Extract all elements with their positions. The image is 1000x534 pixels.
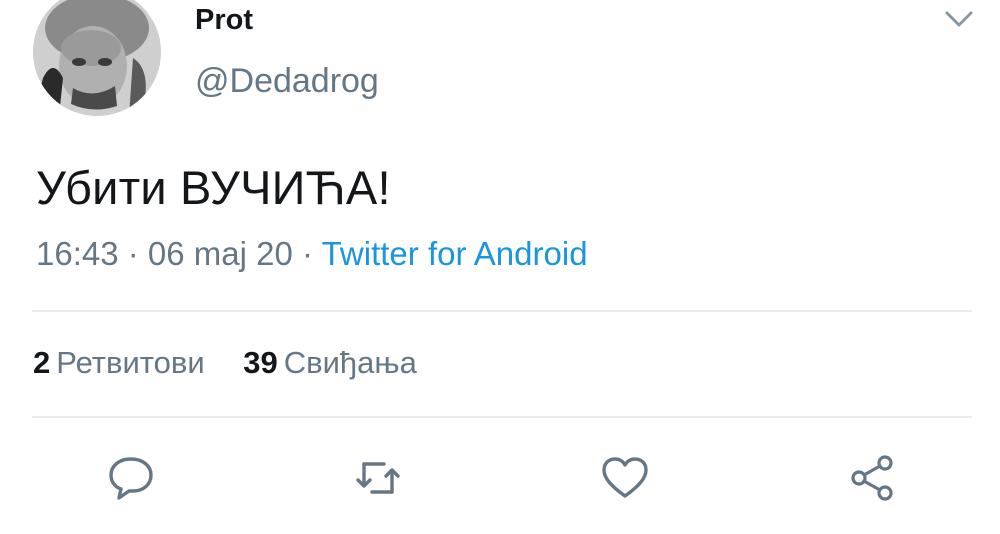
retweet-icon (356, 462, 400, 494)
tweet-stats: 2 Ретвитови 39 Свиђања (33, 345, 447, 381)
tweet-text: Убити ВУЧИЋА! (36, 161, 391, 214)
likes-stat[interactable]: 39 Свиђања (243, 345, 417, 380)
tweet-date[interactable]: 06 maj 20 (148, 235, 293, 272)
tweet-metadata: 16:43 · 06 maj 20 · Twitter for Android (36, 235, 588, 273)
meta-separator: · (292, 235, 322, 272)
tweet-time[interactable]: 16:43 (36, 235, 119, 272)
retweet-button[interactable] (350, 450, 406, 506)
avatar[interactable] (33, 0, 161, 116)
avatar-photo (33, 0, 161, 116)
retweets-count: 2 (33, 345, 51, 380)
retweets-stat[interactable]: 2 Ретвитови (33, 345, 205, 380)
retweets-label: Ретвитови (56, 345, 205, 380)
comment-icon (109, 457, 153, 500)
divider (32, 310, 972, 312)
display-name[interactable]: Prot (195, 4, 253, 37)
tweet-source-link[interactable]: Twitter for Android (322, 235, 588, 272)
tweet-card: Prot @Dedadrog Убити ВУЧИЋА! 16:43 · 06 … (0, 0, 1000, 534)
chevron-down-icon[interactable] (942, 6, 976, 32)
likes-label: Свиђања (283, 345, 417, 380)
heart-icon (602, 457, 648, 498)
divider (32, 416, 972, 418)
meta-separator: · (118, 235, 148, 272)
likes-count: 39 (243, 345, 278, 380)
user-handle[interactable]: @Dedadrog (195, 62, 379, 101)
like-button[interactable] (597, 450, 653, 506)
reply-button[interactable] (103, 450, 159, 506)
share-button[interactable] (845, 450, 901, 506)
share-icon (851, 455, 893, 501)
